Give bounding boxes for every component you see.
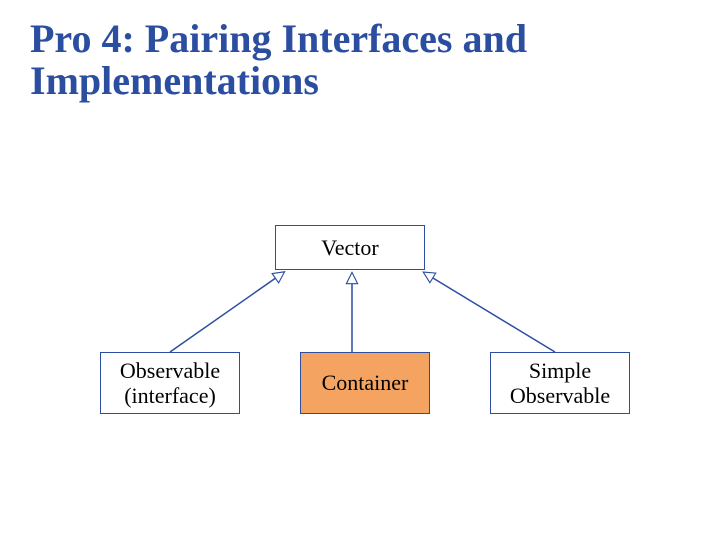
arrow-simple-to-vector	[428, 275, 555, 352]
node-observable-interface: Observable (interface)	[100, 352, 240, 414]
node-vector-label: Vector	[321, 235, 378, 260]
slide-title: Pro 4: Pairing Interfaces and Implementa…	[30, 18, 690, 102]
node-simple-observable: Simple Observable	[490, 352, 630, 414]
node-vector: Vector	[275, 225, 425, 270]
node-observable-label-2: (interface)	[120, 383, 220, 408]
node-container: Container	[300, 352, 430, 414]
node-simple-label-1: Simple	[510, 358, 610, 383]
node-observable-label-1: Observable	[120, 358, 220, 383]
arrow-observable-to-vector	[170, 275, 280, 352]
node-container-label: Container	[322, 370, 409, 395]
node-simple-label-2: Observable	[510, 383, 610, 408]
